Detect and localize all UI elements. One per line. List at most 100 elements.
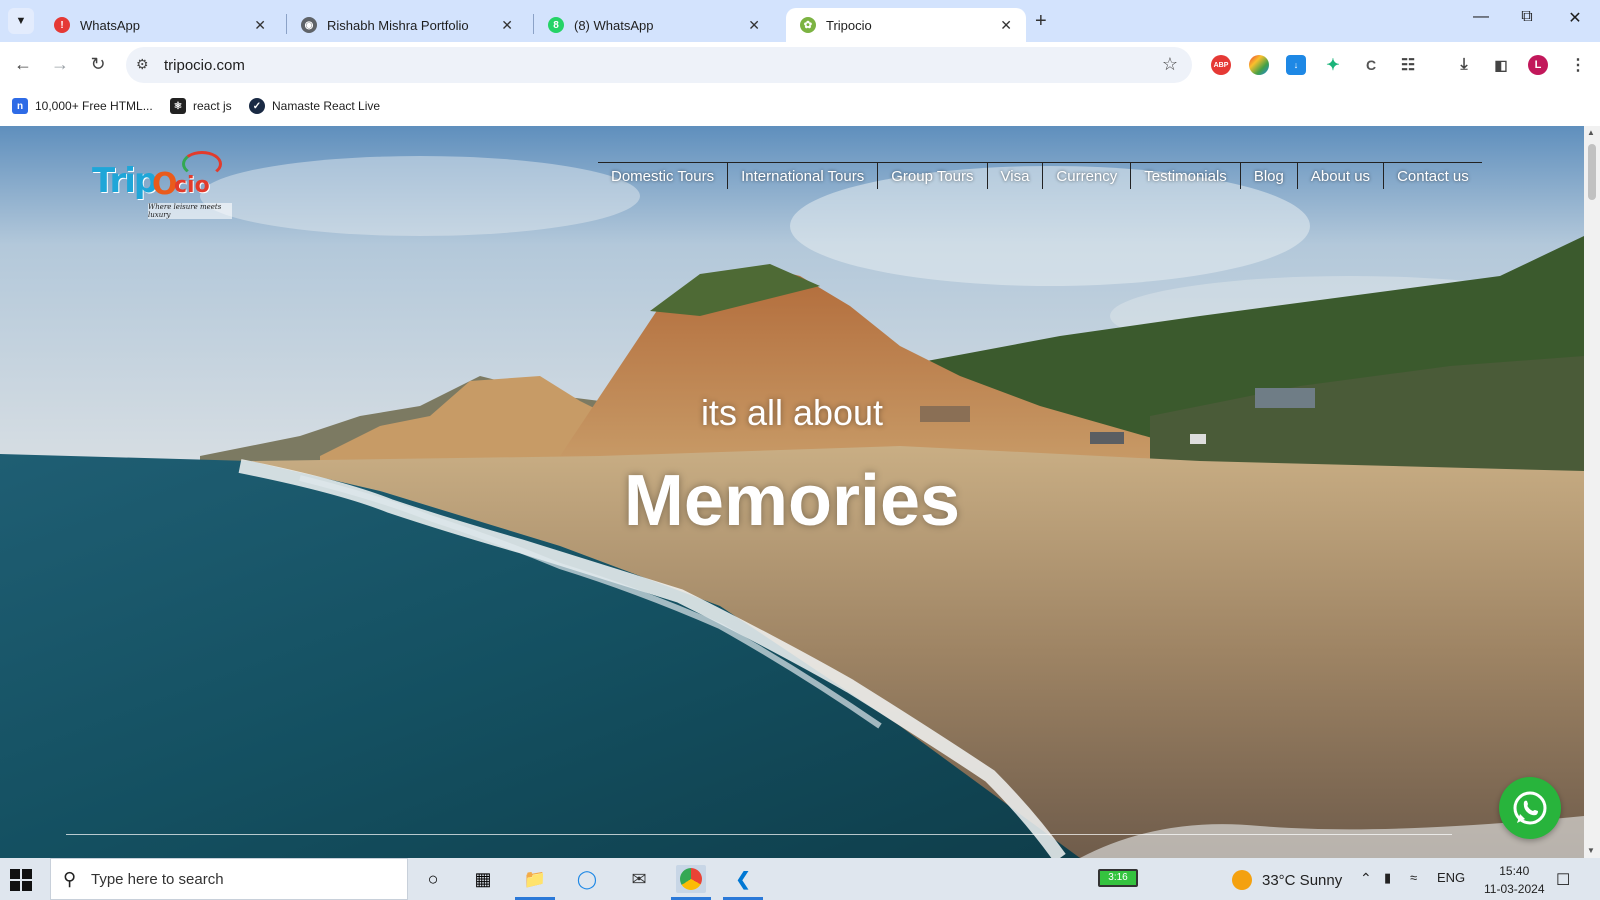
nav-testimonials[interactable]: Testimonials xyxy=(1131,163,1241,189)
battery-icon[interactable]: ▮ xyxy=(1384,870,1391,886)
wifi-icon[interactable]: ≈ xyxy=(1410,870,1417,885)
new-tab-button[interactable]: + xyxy=(1035,10,1047,33)
tab-tripocio[interactable]: ✿ Tripocio ✕ xyxy=(786,8,1026,42)
reload-icon: ↻ xyxy=(90,54,106,74)
taskbar-search[interactable]: ⚲ Type here to search xyxy=(50,858,408,900)
notification-icon[interactable]: ☐ xyxy=(1556,870,1570,890)
forward-button[interactable]: → xyxy=(48,54,72,75)
windows-taskbar: ⚲ Type here to search ○ ▦ 📁 ◯ ✉ ❮ 3:16 3… xyxy=(0,858,1600,900)
profile-avatar[interactable]: L xyxy=(1528,55,1548,75)
address-bar[interactable]: ⚙ tripocio.com ☆ xyxy=(126,47,1192,83)
tab-title: (8) WhatsApp xyxy=(574,17,654,33)
file-explorer-icon[interactable]: 📁 xyxy=(520,865,550,893)
tab-title: WhatsApp xyxy=(80,17,140,33)
download-ext-icon[interactable]: ↓ xyxy=(1286,55,1306,75)
restore-icon: ⧉ xyxy=(1521,8,1533,25)
close-icon[interactable]: ✕ xyxy=(254,17,266,34)
scroll-up-icon[interactable]: ▲ xyxy=(1587,128,1595,137)
nav-about-us[interactable]: About us xyxy=(1298,163,1385,189)
search-icon: ⚲ xyxy=(63,869,77,889)
restore-button[interactable]: ⧉ xyxy=(1504,8,1550,26)
whatsapp-alert-icon: ! xyxy=(54,17,70,33)
back-button[interactable]: ← xyxy=(11,54,35,75)
weather-widget[interactable]: 33°C Sunny xyxy=(1232,870,1342,890)
close-window-button[interactable]: ✕ xyxy=(1552,8,1598,28)
search-placeholder: Type here to search xyxy=(91,871,224,888)
chrome-icon[interactable] xyxy=(676,865,706,893)
nav-group-tours[interactable]: Group Tours xyxy=(878,163,988,189)
plane-swoosh-icon xyxy=(182,151,222,177)
bookmark-label: 10,000+ Free HTML... xyxy=(35,99,153,113)
namaste-icon: ✓ xyxy=(249,98,265,114)
code-icon[interactable]: C xyxy=(1361,55,1381,75)
tab-title: Rishabh Mishra Portfolio xyxy=(327,17,469,33)
bookmark-react-js[interactable]: ⚛ react js xyxy=(170,98,232,114)
tripocio-icon: ✿ xyxy=(800,17,816,33)
weather-text: 33°C Sunny xyxy=(1262,871,1343,889)
logo-tagline: Where leisure meets luxury xyxy=(148,203,232,219)
bookmark-free-html[interactable]: n 10,000+ Free HTML... xyxy=(12,98,153,114)
whatsapp-icon: 8 xyxy=(548,17,564,33)
arrow-right-icon: → xyxy=(51,54,69,74)
tab-whatsapp[interactable]: ! WhatsApp ✕ xyxy=(40,8,280,42)
edge-icon[interactable]: ◯ xyxy=(572,865,602,893)
side-panel-icon[interactable]: ◧ xyxy=(1491,55,1511,75)
scroll-down-icon[interactable]: ▼ xyxy=(1587,846,1595,855)
minimize-button[interactable]: — xyxy=(1458,8,1504,26)
mail-icon[interactable]: ✉ xyxy=(624,865,654,893)
plus-icon: + xyxy=(1035,10,1047,32)
puzzle-icon[interactable]: ☷ xyxy=(1398,55,1418,75)
hero-title: Memories xyxy=(623,461,961,541)
battery-widget[interactable]: 3:16 xyxy=(1098,869,1138,887)
bookmark-label: Namaste React Live xyxy=(272,99,381,113)
arrow-left-icon: ← xyxy=(14,54,32,74)
tab-search-button[interactable]: ▼ xyxy=(8,8,34,34)
nav-contact-us[interactable]: Contact us xyxy=(1384,163,1482,189)
battery-label: 3:16 xyxy=(1108,872,1128,883)
downloads-icon[interactable]: ⤓ xyxy=(1454,55,1474,75)
task-view-icon[interactable]: ▦ xyxy=(468,865,498,893)
browser-toolbar: ← → ↻ ⚙ tripocio.com ☆ ABP ↓ ✦ C ☷ ⤓ ◧ L… xyxy=(0,42,1600,90)
nav-international-tours[interactable]: International Tours xyxy=(728,163,879,189)
clock[interactable]: 15:40 11-03-2024 xyxy=(1484,862,1545,898)
site-info-icon[interactable]: ⚙ xyxy=(136,56,149,73)
chevron-down-icon: ▼ xyxy=(15,15,27,27)
sun-icon xyxy=(1232,870,1252,890)
nav-currency[interactable]: Currency xyxy=(1043,163,1132,189)
sparkle-icon[interactable]: ✦ xyxy=(1323,55,1343,75)
close-icon[interactable]: ✕ xyxy=(1000,17,1012,34)
tab-portfolio[interactable]: ◉ Rishabh Mishra Portfolio ✕ xyxy=(287,8,527,42)
nav-blog[interactable]: Blog xyxy=(1241,163,1298,189)
chevron-up-icon[interactable]: ⌃ xyxy=(1360,870,1372,887)
windows-start-icon[interactable] xyxy=(10,869,32,891)
bookmark-namaste-react[interactable]: ✓ Namaste React Live xyxy=(249,98,380,114)
hero-divider xyxy=(66,834,1452,835)
reload-button[interactable]: ↻ xyxy=(86,54,110,75)
minimize-icon: — xyxy=(1473,8,1489,25)
tab-title: Tripocio xyxy=(826,17,872,33)
close-icon: ✕ xyxy=(1568,10,1582,27)
profile-initial: L xyxy=(1534,59,1542,71)
tab-whatsapp-8[interactable]: 8 (8) WhatsApp ✕ xyxy=(534,8,774,42)
whatsapp-float-button[interactable] xyxy=(1499,777,1561,839)
cortana-icon[interactable]: ○ xyxy=(418,865,448,893)
n-icon: n xyxy=(12,98,28,114)
close-icon[interactable]: ✕ xyxy=(748,17,760,34)
nav-visa[interactable]: Visa xyxy=(988,163,1044,189)
page-viewport: Trip O cio Where leisure meets luxury Do… xyxy=(0,126,1584,858)
abp-icon[interactable]: ABP xyxy=(1211,55,1231,75)
vscode-icon[interactable]: ❮ xyxy=(728,865,758,893)
whatsapp-icon xyxy=(1513,791,1547,825)
close-icon[interactable]: ✕ xyxy=(501,17,513,34)
color-icon[interactable] xyxy=(1249,55,1269,75)
react-icon: ⚛ xyxy=(170,98,186,114)
logo-trip: Trip xyxy=(92,161,158,201)
menu-icon[interactable]: ⋮ xyxy=(1568,55,1588,75)
clock-time: 15:40 xyxy=(1499,864,1530,878)
site-logo[interactable]: Trip O cio Where leisure meets luxury xyxy=(92,151,232,221)
scroll-thumb[interactable] xyxy=(1588,144,1596,200)
nav-domestic-tours[interactable]: Domestic Tours xyxy=(598,163,729,189)
page-scrollbar[interactable]: ▲ ▼ xyxy=(1584,126,1600,858)
bookmark-star-icon[interactable]: ☆ xyxy=(1162,54,1178,75)
language-indicator[interactable]: ENG xyxy=(1437,870,1465,885)
